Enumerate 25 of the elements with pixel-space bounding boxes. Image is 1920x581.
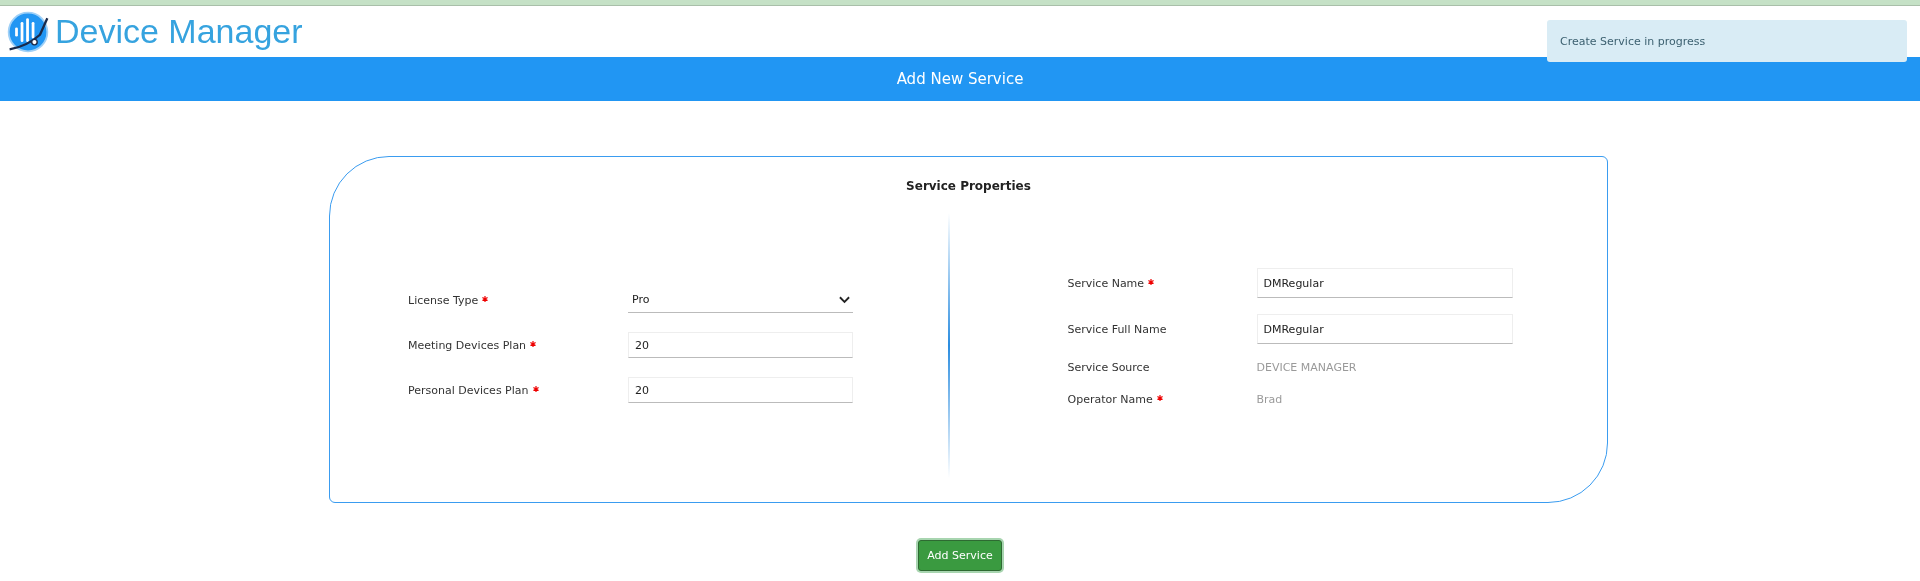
- required-asterisk-icon: [1156, 394, 1163, 401]
- field-label: Personal Devices Plan: [408, 383, 529, 397]
- required-asterisk-icon: [532, 385, 539, 392]
- card-title: Service Properties: [905, 179, 1032, 193]
- input-field[interactable]: 20: [628, 377, 853, 403]
- field-label: Service Source: [1067, 360, 1150, 374]
- dropdown[interactable]: Pro: [628, 287, 853, 313]
- field-label: Service Name: [1067, 276, 1145, 290]
- required-asterisk-icon: [482, 295, 489, 302]
- toast: Create Service in progress: [1547, 20, 1907, 62]
- input-field[interactable]: 20: [628, 332, 853, 358]
- required-asterisk-icon: [1148, 278, 1155, 285]
- required-asterisk-icon: [530, 340, 537, 347]
- chevron-down-icon: [839, 295, 850, 304]
- page-banner: Add New Service: [0, 57, 1920, 101]
- app-title: Device Manager: [55, 12, 303, 51]
- field-value: DEVICE MANAGER: [1256, 360, 1357, 374]
- field-label: Operator Name: [1067, 392, 1153, 406]
- input-field[interactable]: DMRegular: [1256, 314, 1513, 344]
- field-value: Brad: [1256, 392, 1283, 406]
- add-service-button[interactable]: Add Service: [918, 540, 1002, 571]
- input-field[interactable]: DMRegular: [1256, 268, 1513, 298]
- field-label: Meeting Devices Plan: [408, 338, 527, 352]
- field-label: Service Full Name: [1067, 322, 1167, 336]
- field-label: License Type: [408, 293, 479, 307]
